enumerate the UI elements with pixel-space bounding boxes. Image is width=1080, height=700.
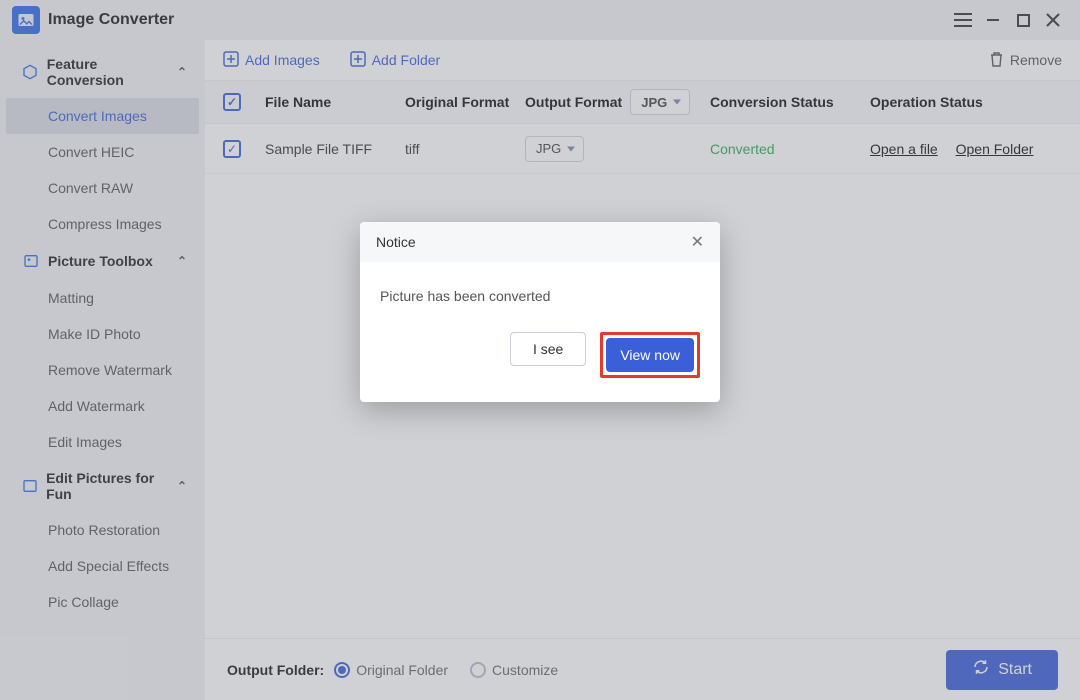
modal-header: Notice ✕	[360, 222, 720, 262]
annotation-highlight: View now	[600, 332, 700, 378]
modal-overlay: Notice ✕ Picture has been converted I se…	[0, 0, 1080, 700]
modal-close-icon[interactable]: ✕	[691, 232, 704, 252]
view-now-button[interactable]: View now	[606, 338, 694, 372]
i-see-button[interactable]: I see	[510, 332, 586, 366]
modal-message: Picture has been converted	[360, 262, 720, 314]
notice-modal: Notice ✕ Picture has been converted I se…	[360, 222, 720, 402]
modal-actions: I see View now	[360, 314, 720, 402]
modal-title: Notice	[376, 234, 416, 250]
